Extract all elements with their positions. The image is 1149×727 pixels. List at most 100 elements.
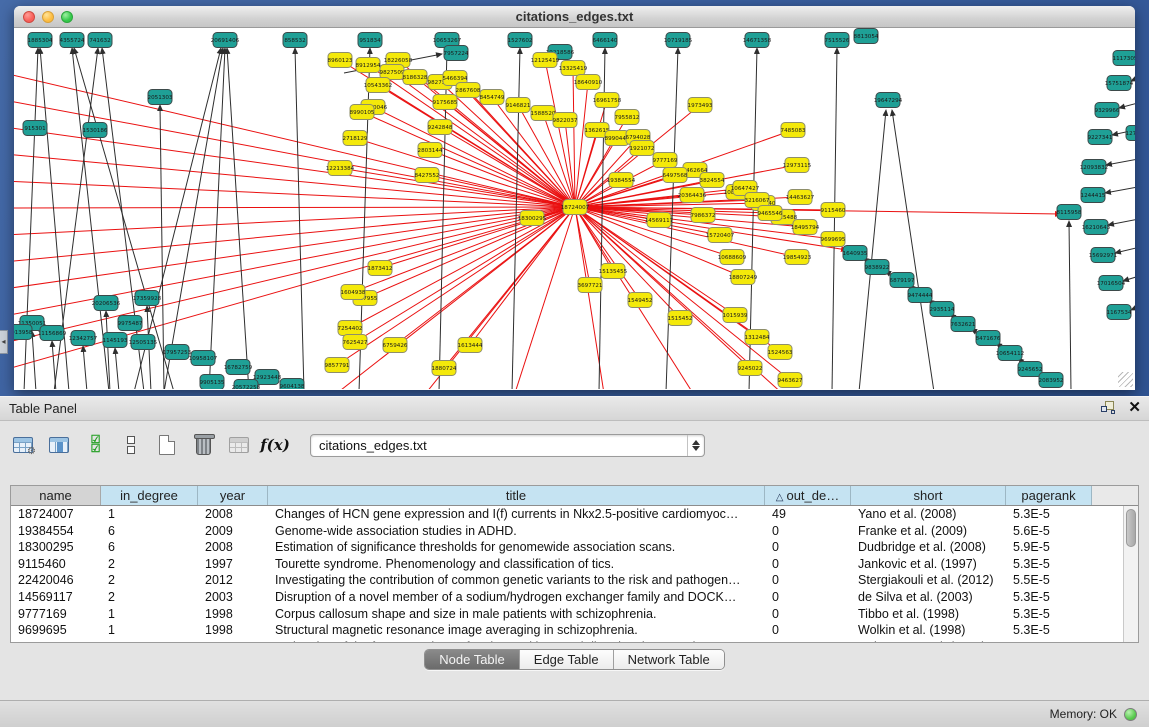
close-panel-icon[interactable]: ✕ xyxy=(1128,400,1141,415)
graph-edge[interactable] xyxy=(362,112,575,207)
graph-node[interactable]: 1530186 xyxy=(83,123,108,138)
table-row[interactable]: 1830029562008Estimation of significance … xyxy=(11,539,1123,556)
table-row[interactable]: 2242004622012Investigating the contribut… xyxy=(11,572,1123,589)
graph-node[interactable]: 8427552 xyxy=(415,168,440,183)
graph-edge[interactable] xyxy=(1105,185,1135,193)
graph-node[interactable]: 9474444 xyxy=(908,288,933,303)
graph-node[interactable]: 19647294 xyxy=(874,93,903,108)
graph-node[interactable]: 12125419 xyxy=(531,53,560,68)
graph-edge[interactable] xyxy=(832,48,837,389)
graph-node[interactable]: 12213384 xyxy=(326,161,355,176)
graph-edge[interactable] xyxy=(83,346,87,389)
table-selector-combobox[interactable]: citations_edges.txt xyxy=(310,434,705,457)
graph-node[interactable]: 1117305 xyxy=(1113,51,1135,66)
graph-node[interactable]: 9905135 xyxy=(200,375,225,390)
column-header-year[interactable]: year xyxy=(198,486,268,505)
graph-node[interactable]: 16961758 xyxy=(593,93,622,108)
graph-node[interactable]: 2718129 xyxy=(343,131,368,146)
graph-node[interactable]: 9175685 xyxy=(433,95,458,110)
graph-node[interactable]: 10654112 xyxy=(996,346,1024,361)
graph-node[interactable]: 6466140 xyxy=(593,33,618,48)
graph-node[interactable]: 16782759 xyxy=(224,360,253,375)
graph-node[interactable]: 19384554 xyxy=(607,173,636,188)
graph-node[interactable]: 8912954 xyxy=(356,58,381,73)
graph-edge[interactable] xyxy=(1069,221,1071,389)
graph-node[interactable]: 12093832 xyxy=(1080,160,1108,175)
graph-node[interactable]: 8813054 xyxy=(854,29,879,44)
graph-node[interactable]: 9822037 xyxy=(553,113,578,128)
graph-edge[interactable] xyxy=(106,311,110,389)
tab-node-table[interactable]: Node Table xyxy=(425,650,520,669)
graph-node[interactable]: 10543362 xyxy=(364,78,392,93)
graph-node[interactable]: 1880724 xyxy=(432,361,457,376)
graph-node[interactable]: 2935114 xyxy=(930,302,955,317)
graph-node[interactable]: 1921072 xyxy=(630,141,655,156)
graph-node[interactable]: 18495794 xyxy=(791,220,820,235)
table-row[interactable]: 969969511998Structural magnetic resonanc… xyxy=(11,622,1123,639)
graph-node[interactable]: 1312484 xyxy=(745,330,770,345)
graph-node[interactable]: 9975487 xyxy=(118,316,143,331)
graph-edge[interactable] xyxy=(1123,273,1135,281)
graph-node[interactable]: 18300295 xyxy=(518,211,547,226)
graph-node[interactable]: 20572258 xyxy=(232,380,261,390)
graph-node[interactable]: 9604138 xyxy=(280,379,305,390)
graph-node[interactable]: 1515452 xyxy=(668,311,693,326)
graph-node[interactable]: 14569117 xyxy=(645,213,674,228)
graph-node[interactable]: 6879197 xyxy=(890,273,915,288)
window-resize-grip[interactable] xyxy=(1118,372,1133,387)
close-window-button[interactable] xyxy=(23,11,35,23)
graph-edge[interactable] xyxy=(209,48,225,389)
table-row[interactable]: 1938455462009Genome-wide association stu… xyxy=(11,523,1123,540)
graph-node[interactable]: 915301 xyxy=(23,121,47,136)
graph-node[interactable]: 858532 xyxy=(283,33,307,48)
graph-node[interactable]: 16210643 xyxy=(1082,220,1111,235)
graph-node[interactable]: 1640935 xyxy=(843,246,868,261)
graph-node[interactable]: 8471676 xyxy=(976,331,1001,346)
graph-node[interactable]: 7485083 xyxy=(781,123,806,138)
graph-node[interactable]: 8454749 xyxy=(480,90,505,105)
graph-node[interactable]: 7986372 xyxy=(691,208,716,223)
graph-edge[interactable] xyxy=(1106,157,1135,165)
graph-node[interactable]: 4355724 xyxy=(60,33,85,48)
graph-node[interactable]: 1277403 xyxy=(1126,126,1135,141)
graph-node[interactable]: 1973493 xyxy=(688,98,713,113)
graph-node[interactable]: 11156869 xyxy=(38,326,67,341)
import-table-button[interactable] xyxy=(226,433,252,457)
graph-node[interactable]: 2803144 xyxy=(418,143,443,158)
graph-node[interactable]: 1524563 xyxy=(768,345,793,360)
graph-node[interactable]: 1613444 xyxy=(458,338,483,353)
graph-node[interactable]: 9115460 xyxy=(821,203,846,218)
graph-node[interactable]: 6759426 xyxy=(383,338,408,353)
graph-node[interactable]: 18724007 xyxy=(561,200,590,215)
graph-node[interactable]: 10688609 xyxy=(718,250,747,265)
graph-node[interactable]: 12973115 xyxy=(783,158,812,173)
tab-network-table[interactable]: Network Table xyxy=(614,650,724,669)
graph-node[interactable]: 9465546 xyxy=(758,206,783,221)
graph-edge[interactable] xyxy=(892,110,934,389)
graph-node[interactable]: 20691406 xyxy=(211,33,240,48)
graph-edge[interactable] xyxy=(1119,100,1135,108)
graph-edge[interactable] xyxy=(254,207,575,389)
merge-tables-button[interactable] xyxy=(118,433,144,457)
graph-node[interactable]: 2051303 xyxy=(148,90,173,105)
graph-node[interactable]: 9777169 xyxy=(653,153,678,168)
graph-node[interactable]: 9245652 xyxy=(1018,362,1043,377)
graph-edge[interactable] xyxy=(14,207,575,262)
scrollbar-thumb[interactable] xyxy=(1126,509,1136,547)
column-chooser-button[interactable] xyxy=(46,433,72,457)
graph-edge[interactable] xyxy=(573,68,575,207)
column-header-pagerank[interactable]: pagerank xyxy=(1006,486,1092,505)
panel-collapse-handle[interactable]: ◂ xyxy=(0,330,8,354)
select-columns-button[interactable]: ☑☑ xyxy=(82,433,108,457)
graph-node[interactable]: 20206536 xyxy=(92,296,121,311)
graph-edge[interactable] xyxy=(575,207,790,380)
graph-node[interactable]: 1167534 xyxy=(1107,305,1132,320)
graph-edge[interactable] xyxy=(14,207,575,289)
graph-edge[interactable] xyxy=(337,207,575,365)
graph-edge[interactable] xyxy=(1131,73,1135,81)
graph-node[interactable]: 18640910 xyxy=(574,75,603,90)
network-window-titlebar[interactable]: citations_edges.txt xyxy=(14,6,1135,28)
graph-node[interactable]: 1604938 xyxy=(341,285,366,300)
graph-node[interactable]: 14463627 xyxy=(786,190,815,205)
graph-node[interactable]: 3697721 xyxy=(578,278,603,293)
